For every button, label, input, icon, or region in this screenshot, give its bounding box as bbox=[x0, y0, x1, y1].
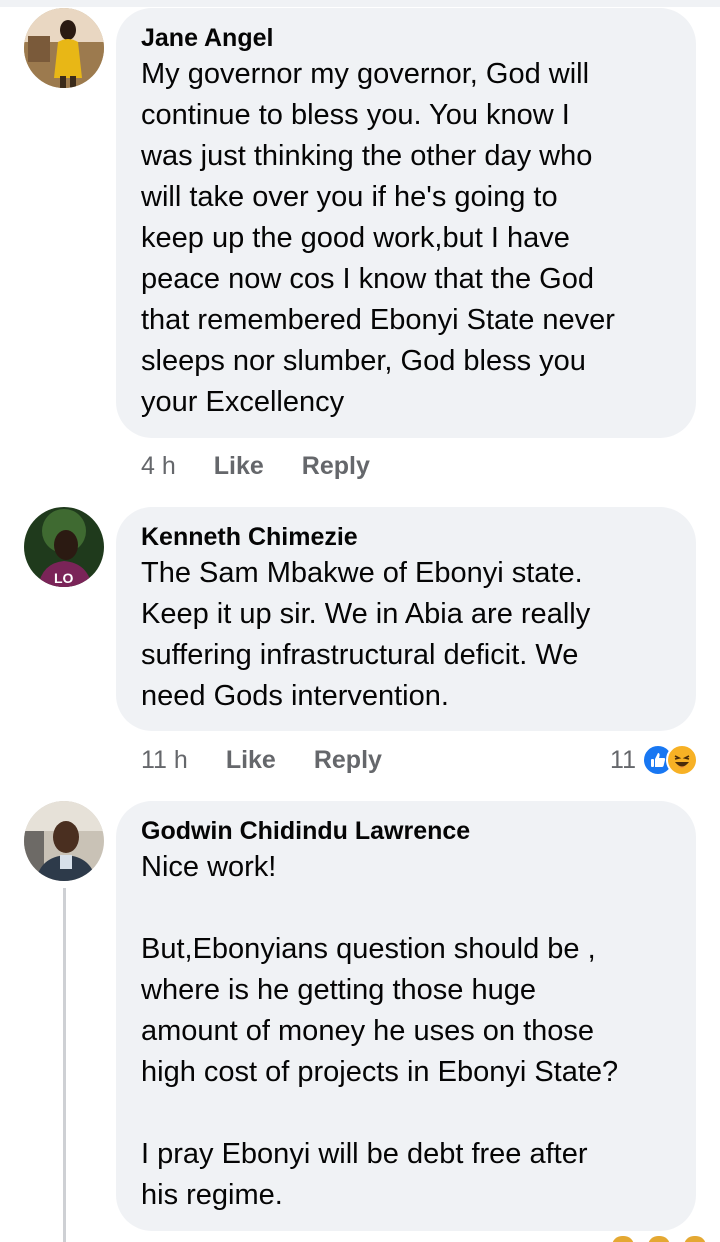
comment-text: My governor my governor, God will contin… bbox=[141, 58, 615, 418]
comment-text: The Sam Mbakwe of Ebonyi state. Keep it … bbox=[141, 557, 591, 712]
comment-bubble-3: Godwin Chidindu Lawrence Nice work! But,… bbox=[116, 801, 696, 1231]
partial-reaction-icons bbox=[612, 1236, 706, 1242]
reply-thread-line bbox=[63, 888, 66, 1242]
like-button[interactable]: Like bbox=[214, 452, 264, 481]
reply-button[interactable]: Reply bbox=[302, 452, 370, 481]
comment-author[interactable]: Kenneth Chimezie bbox=[141, 521, 672, 553]
reaction-summary[interactable]: 11 bbox=[610, 740, 698, 780]
like-button[interactable]: Like bbox=[226, 746, 276, 775]
avatar-shirt-text: LO bbox=[54, 570, 74, 586]
comments-page: Jane Angel My governor my governor, God … bbox=[0, 0, 720, 1242]
partial-reaction-icon bbox=[684, 1236, 706, 1242]
comment-actions-1: 4 h Like Reply bbox=[141, 448, 408, 484]
comment-bubble-2: Kenneth Chimezie The Sam Mbakwe of Ebony… bbox=[116, 507, 696, 731]
top-divider bbox=[0, 0, 720, 7]
comment-author[interactable]: Godwin Chidindu Lawrence bbox=[141, 815, 672, 847]
comment-bubble-1: Jane Angel My governor my governor, God … bbox=[116, 8, 696, 438]
partial-reaction-icon bbox=[648, 1236, 670, 1242]
haha-icon bbox=[666, 744, 698, 776]
reaction-count: 11 bbox=[610, 745, 636, 774]
comment-text: Nice work! But,Ebonyians question should… bbox=[141, 851, 619, 1211]
comment-actions-2: 11 h Like Reply bbox=[141, 742, 420, 778]
comment-timestamp[interactable]: 11 h bbox=[141, 746, 188, 775]
comment-author[interactable]: Jane Angel bbox=[141, 22, 672, 54]
reply-button[interactable]: Reply bbox=[314, 746, 382, 775]
avatar-godwin-chidindu-lawrence[interactable] bbox=[24, 801, 104, 881]
partial-reaction-icon bbox=[612, 1236, 634, 1242]
avatar-jane-angel[interactable] bbox=[24, 8, 104, 88]
comment-timestamp[interactable]: 4 h bbox=[141, 452, 176, 481]
avatar-kenneth-chimezie[interactable]: LO bbox=[24, 507, 104, 587]
